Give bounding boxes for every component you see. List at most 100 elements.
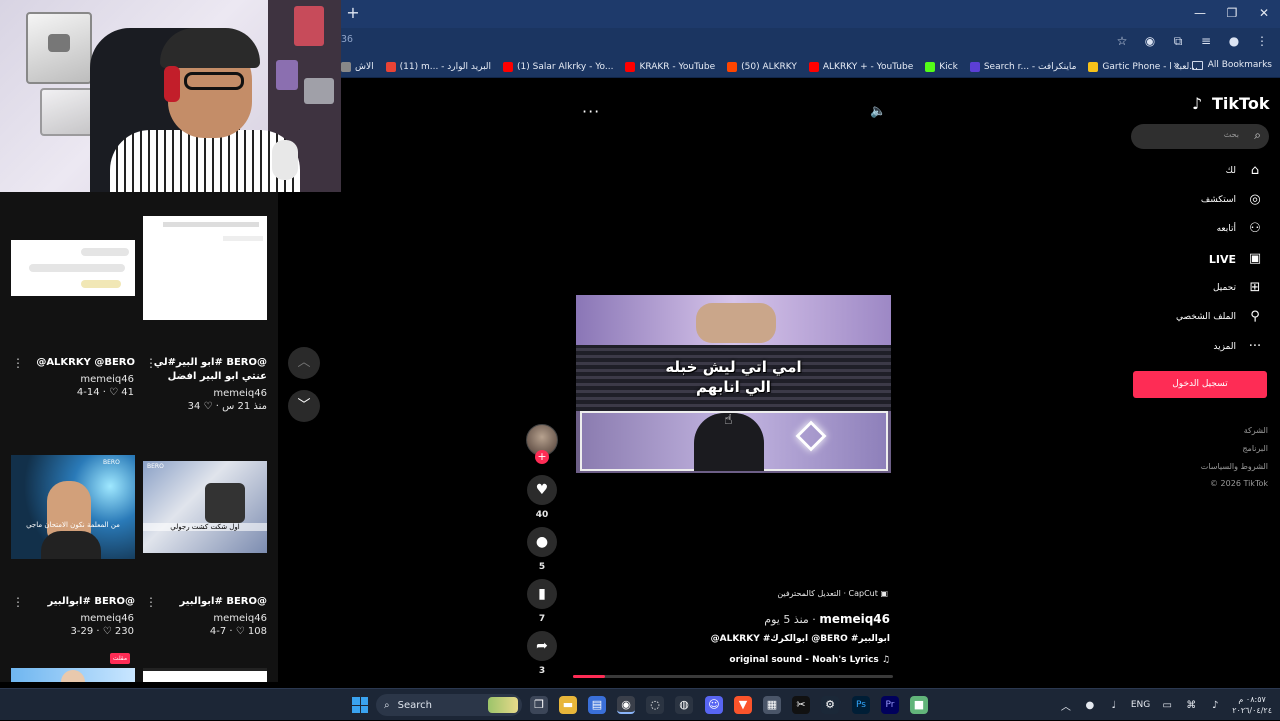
nav-item-upload[interactable]: تحميل ⊞ xyxy=(1213,279,1264,297)
capcut-tag[interactable]: ▣ CapCut · التعديل كالمحترفين xyxy=(772,589,888,602)
footer-link[interactable]: الشركة xyxy=(1244,426,1268,435)
comment-button[interactable]: ● xyxy=(527,527,557,557)
read-aloud-icon[interactable]: ◉ xyxy=(1142,33,1158,49)
video-title[interactable]: @BERO #ابو البير#لي عنتي ابو البير افضل … xyxy=(143,356,267,384)
obs-icon[interactable]: ◍ xyxy=(675,696,693,714)
nav-item-following[interactable]: أتابعه ⚇ xyxy=(1217,220,1264,238)
login-button[interactable]: تسجيل الدخول xyxy=(1133,371,1267,398)
video-title[interactable]: @BERO #ابوالبير xyxy=(143,595,267,609)
capcut-icon[interactable]: ✂ xyxy=(792,696,810,714)
video-author[interactable]: memeiq46 xyxy=(143,388,267,399)
share-count: 3 xyxy=(538,666,546,676)
search-input[interactable]: بحث ⌕ xyxy=(1131,124,1269,149)
tray-app-icon[interactable]: ● xyxy=(1083,700,1097,711)
premiere-icon[interactable]: Pr xyxy=(881,696,899,714)
input-language[interactable]: ENG xyxy=(1131,700,1150,710)
profile-avatar-icon[interactable]: ● xyxy=(1226,33,1242,49)
video-thumbnail[interactable] xyxy=(143,216,267,320)
bookmark-item[interactable]: Kick xyxy=(925,61,958,72)
share-button[interactable]: ➦ xyxy=(527,631,557,661)
music-title: original sound - Noah's Lyrics xyxy=(729,655,879,665)
tiktok-logo[interactable]: ♪ TikTok xyxy=(1192,94,1269,113)
volume-icon[interactable]: ♪ xyxy=(1208,700,1222,711)
network-icon[interactable]: ⌘ xyxy=(1184,700,1198,711)
video-thumbnail[interactable] xyxy=(11,216,135,296)
nav-item-live[interactable]: LIVE ▣ xyxy=(1209,250,1264,268)
footer-link[interactable]: الشروط والسياسات xyxy=(1201,462,1268,471)
mouse-cursor-icon: ☝ xyxy=(724,412,733,428)
webcam-overlay xyxy=(0,0,341,192)
microphone-icon[interactable]: ♩ xyxy=(1107,700,1121,711)
file-explorer-icon[interactable]: ▬ xyxy=(559,696,577,714)
save-button[interactable]: ▮ xyxy=(527,579,557,609)
app-icon[interactable]: ▦ xyxy=(763,696,781,714)
bookmark-icon: ▮ xyxy=(538,586,546,602)
bookmark-item[interactable]: الاش xyxy=(341,61,374,72)
start-button[interactable] xyxy=(352,697,368,713)
nav-item-profile[interactable]: الملف الشخصي ⚲ xyxy=(1176,308,1264,326)
video-title[interactable]: ALKRKY @BERO@ xyxy=(11,356,135,370)
photoshop-icon[interactable]: Ps xyxy=(852,696,870,714)
video-thumbnail[interactable]: اول شكت كشت رجولي BERO xyxy=(143,461,267,553)
footer-link[interactable]: البرنامج xyxy=(1242,444,1268,453)
speaker-icon[interactable]: 🔈 xyxy=(870,104,886,119)
video-more-icon[interactable]: ··· xyxy=(582,102,600,121)
address-bar[interactable]: 36 ☆ ◉ ⧉ ≡ ● ⋮ xyxy=(341,28,1280,56)
task-view-icon[interactable]: ❐ xyxy=(530,696,548,714)
nav-item-explore[interactable]: استكشف ◎ xyxy=(1201,191,1264,209)
star-icon[interactable]: ☆ xyxy=(1114,33,1130,49)
clock[interactable]: ٠٨:٥٧ م ٢٠٢٦/٠٤/٢٤ xyxy=(1232,694,1272,716)
bookmark-favicon-icon xyxy=(727,61,738,72)
video-author[interactable]: memeiq46 xyxy=(10,374,134,385)
copyright: © 2026 TikTok xyxy=(1210,479,1268,488)
bookmark-item[interactable]: (11) m... - البريد الوارد xyxy=(385,61,491,72)
like-button[interactable]: ♥ xyxy=(527,475,557,505)
new-tab-button[interactable]: + xyxy=(344,4,362,22)
bookmark-item[interactable]: (1) Salar Alkrky - Yo... xyxy=(503,61,613,72)
search-icon[interactable]: ⌕ xyxy=(1254,128,1261,143)
bookmark-item[interactable]: KRAKR - YouTube xyxy=(625,61,715,72)
minecraft-icon[interactable]: ■ xyxy=(910,696,928,714)
follow-plus-icon[interactable]: + xyxy=(535,450,549,464)
plaque xyxy=(40,88,96,136)
discord-icon[interactable]: ☺ xyxy=(705,696,723,714)
media-icon[interactable]: ≡ xyxy=(1198,33,1214,49)
url-text[interactable]: 36 xyxy=(341,34,353,45)
bookmark-item[interactable]: ALKRKY + - YouTube xyxy=(808,61,913,72)
nav-item-more[interactable]: المزيد ··· xyxy=(1213,338,1264,356)
video-author[interactable]: memeiq46 xyxy=(143,613,267,624)
bookmark-item[interactable]: Gartic Phone - لعبة ا... xyxy=(1088,61,1198,72)
store-icon[interactable]: ▤ xyxy=(588,696,606,714)
extensions-icon[interactable]: ⧉ xyxy=(1170,33,1186,49)
video-author[interactable]: memeiq46 xyxy=(10,613,134,624)
chrome-icon[interactable]: ◉ xyxy=(617,696,635,714)
nav-item-for-you[interactable]: لك ⌂ xyxy=(1226,162,1264,180)
thumbnail-tag: BERO xyxy=(147,463,164,470)
close-button[interactable]: ✕ xyxy=(1248,0,1280,28)
video-thumbnail[interactable]: من المعلمة نكون الامتحان ماجي BERO xyxy=(11,455,135,559)
taskbar-search[interactable]: ⌕ Search xyxy=(376,694,522,716)
bookmark-item[interactable]: Search r... - ماينكرافت xyxy=(969,61,1076,72)
app-icon[interactable]: ◌ xyxy=(646,696,664,714)
previous-video-button[interactable]: ︿ xyxy=(288,347,320,379)
bookmarks-bar: الاش (11) m... - البريد الوارد (1) Salar A… xyxy=(341,56,1280,78)
restore-button[interactable]: ❐ xyxy=(1216,0,1248,28)
display-icon[interactable]: ▭ xyxy=(1160,700,1174,711)
music-line[interactable]: original sound - Noah's Lyrics ♫ xyxy=(620,655,890,665)
video-player[interactable]: امي اتي ليش خبله الي انابهم xyxy=(576,295,891,473)
tray-overflow-icon[interactable]: ︿ xyxy=(1059,698,1073,713)
next-video-button[interactable]: ﹀ xyxy=(288,390,320,422)
minimize-button[interactable]: — xyxy=(1184,0,1216,28)
video-author[interactable]: memeiq46 xyxy=(819,612,890,626)
menu-icon[interactable]: ⋮ xyxy=(1254,33,1270,49)
bookmarks-overflow-button[interactable]: » xyxy=(1173,58,1180,71)
brave-icon[interactable]: ▼ xyxy=(734,696,752,714)
video-title[interactable]: @BERO #ابوالبير xyxy=(11,595,135,609)
bookmark-item[interactable]: (50) ALKRKY xyxy=(727,61,797,72)
progress-track[interactable] xyxy=(573,675,893,678)
all-bookmarks-button[interactable]: All Bookmarks xyxy=(1191,60,1272,70)
heart-icon: ♡ xyxy=(203,401,213,412)
steam-icon[interactable]: ⚙ xyxy=(821,696,839,714)
video-thumbnail[interactable] xyxy=(143,668,267,682)
video-thumbnail[interactable] xyxy=(11,668,135,682)
